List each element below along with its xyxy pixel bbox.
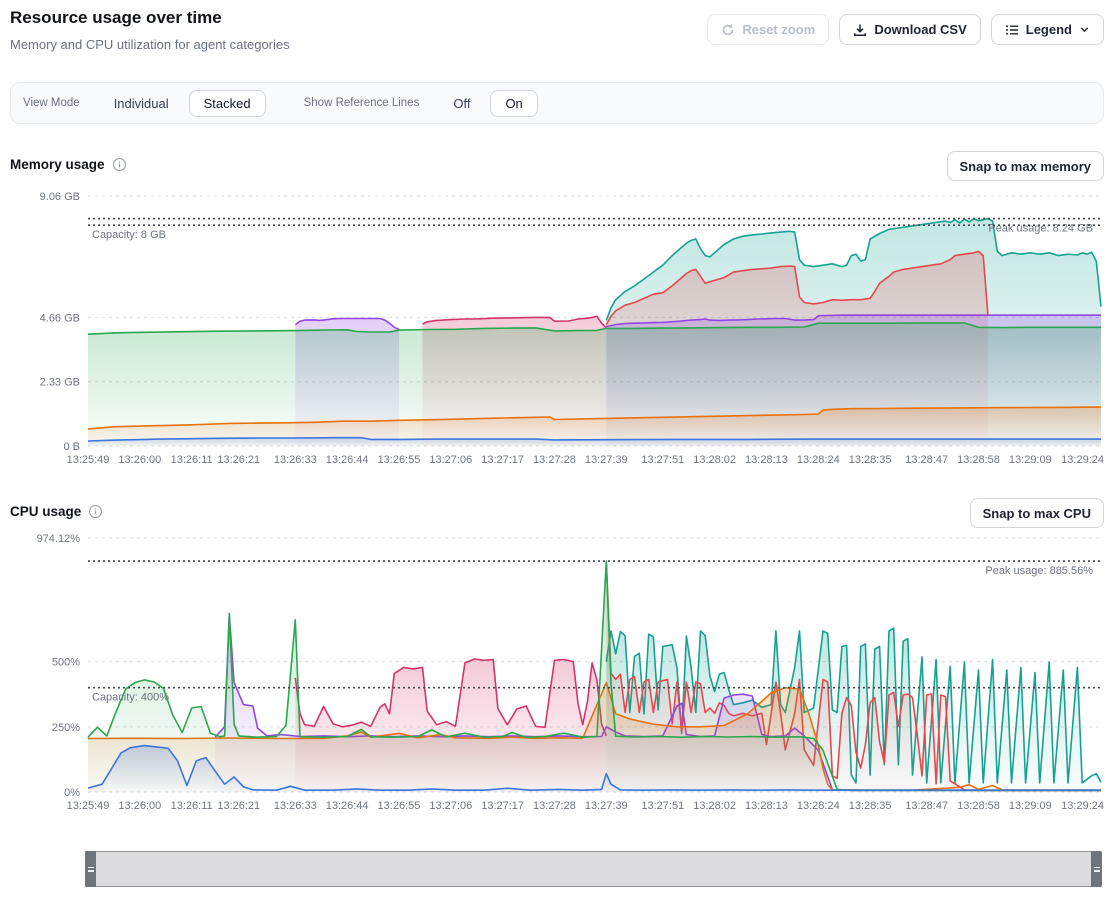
snap-to-max-memory-button[interactable]: Snap to max memory bbox=[947, 151, 1105, 181]
legend-button[interactable]: Legend bbox=[991, 14, 1104, 45]
svg-text:13:27:39: 13:27:39 bbox=[585, 454, 628, 466]
svg-text:13:27:06: 13:27:06 bbox=[429, 800, 472, 812]
svg-text:13:28:13: 13:28:13 bbox=[745, 800, 788, 812]
snap-to-max-cpu-button[interactable]: Snap to max CPU bbox=[970, 498, 1104, 528]
svg-text:500%: 500% bbox=[52, 657, 80, 669]
download-csv-label: Download CSV bbox=[874, 22, 966, 37]
svg-text:13:29:09: 13:29:09 bbox=[1009, 454, 1052, 466]
svg-text:250%: 250% bbox=[52, 722, 80, 734]
reference-lines-on-option[interactable]: On bbox=[490, 90, 537, 117]
svg-text:13:28:47: 13:28:47 bbox=[905, 800, 948, 812]
memory-section-header: Memory usage bbox=[10, 157, 127, 172]
svg-text:13:26:11: 13:26:11 bbox=[171, 800, 213, 812]
svg-text:13:27:28: 13:27:28 bbox=[533, 800, 576, 812]
view-mode-individual-option[interactable]: Individual bbox=[100, 90, 183, 117]
svg-text:13:28:35: 13:28:35 bbox=[849, 454, 892, 466]
svg-text:13:27:17: 13:27:17 bbox=[481, 454, 524, 466]
svg-text:Peak usage: 8.24 GB: Peak usage: 8.24 GB bbox=[988, 223, 1093, 235]
page-title: Resource usage over time bbox=[10, 8, 222, 28]
svg-text:13:27:39: 13:27:39 bbox=[585, 800, 628, 812]
page-subtitle: Memory and CPU utilization for agent cat… bbox=[10, 37, 290, 52]
toolbar: Reset zoom Download CSV Legend bbox=[707, 14, 1104, 45]
svg-text:13:26:00: 13:26:00 bbox=[118, 800, 161, 812]
chevron-down-icon bbox=[1079, 24, 1090, 35]
svg-text:13:27:17: 13:27:17 bbox=[481, 800, 524, 812]
svg-text:13:28:02: 13:28:02 bbox=[693, 454, 736, 466]
svg-text:13:25:49: 13:25:49 bbox=[67, 454, 110, 466]
download-icon bbox=[853, 23, 867, 37]
svg-text:13:26:11: 13:26:11 bbox=[171, 454, 213, 466]
cpu-usage-chart[interactable]: 974.12% 500% 250% 0% Peak usage: 885.56% Capa… bbox=[0, 530, 1116, 822]
brush-grip bbox=[1094, 867, 1100, 869]
memory-section-title: Memory usage bbox=[10, 157, 105, 172]
svg-text:13:26:33: 13:26:33 bbox=[274, 454, 317, 466]
memory-usage-chart[interactable]: 9.06 GB 4.66 GB 2.33 GB 0 B Peak usage: 8.24… bbox=[0, 185, 1116, 475]
refresh-icon bbox=[721, 23, 735, 37]
svg-text:13:28:35: 13:28:35 bbox=[849, 800, 892, 812]
brush-grip bbox=[88, 867, 94, 869]
svg-text:13:29:24: 13:29:24 bbox=[1061, 454, 1104, 466]
cpu-section-header: CPU usage bbox=[10, 504, 103, 519]
svg-text:0 B: 0 B bbox=[63, 441, 80, 453]
reset-zoom-button[interactable]: Reset zoom bbox=[707, 14, 829, 45]
brush-left-handle[interactable] bbox=[85, 851, 96, 887]
svg-text:Peak usage: 885.56%: Peak usage: 885.56% bbox=[985, 565, 1093, 577]
info-icon[interactable] bbox=[112, 157, 127, 172]
legend-list-icon bbox=[1005, 23, 1019, 37]
svg-text:13:28:24: 13:28:24 bbox=[797, 800, 840, 812]
svg-text:13:28:47: 13:28:47 bbox=[905, 454, 948, 466]
svg-text:13:29:24: 13:29:24 bbox=[1061, 800, 1104, 812]
cpu-section-title: CPU usage bbox=[10, 504, 81, 519]
svg-text:Capacity: 400%: Capacity: 400% bbox=[92, 692, 169, 704]
svg-text:13:26:55: 13:26:55 bbox=[378, 800, 421, 812]
svg-text:13:27:06: 13:27:06 bbox=[429, 454, 472, 466]
svg-text:13:28:13: 13:28:13 bbox=[745, 454, 788, 466]
svg-text:2.33 GB: 2.33 GB bbox=[40, 377, 80, 389]
view-controls-bar: View Mode Individual Stacked Show Refere… bbox=[10, 82, 1104, 124]
legend-label: Legend bbox=[1026, 22, 1072, 37]
svg-text:13:27:51: 13:27:51 bbox=[641, 454, 684, 466]
brush-right-handle[interactable] bbox=[1091, 851, 1102, 887]
svg-text:13:26:44: 13:26:44 bbox=[326, 800, 369, 812]
svg-text:13:27:28: 13:27:28 bbox=[533, 454, 576, 466]
info-icon[interactable] bbox=[88, 504, 103, 519]
show-reference-lines-label: Show Reference Lines bbox=[304, 97, 420, 109]
reset-zoom-label: Reset zoom bbox=[742, 22, 815, 37]
svg-text:13:26:21: 13:26:21 bbox=[217, 800, 260, 812]
svg-text:0%: 0% bbox=[64, 787, 80, 799]
svg-text:13:26:00: 13:26:00 bbox=[118, 454, 161, 466]
reference-lines-off-option[interactable]: Off bbox=[439, 90, 484, 117]
svg-text:13:26:44: 13:26:44 bbox=[326, 454, 369, 466]
svg-text:13:25:49: 13:25:49 bbox=[67, 800, 110, 812]
svg-text:13:27:51: 13:27:51 bbox=[641, 800, 684, 812]
svg-text:4.66 GB: 4.66 GB bbox=[40, 312, 80, 324]
view-mode-stacked-option[interactable]: Stacked bbox=[189, 90, 266, 117]
svg-text:13:29:09: 13:29:09 bbox=[1009, 800, 1052, 812]
svg-text:9.06 GB: 9.06 GB bbox=[40, 191, 80, 203]
svg-text:13:26:33: 13:26:33 bbox=[274, 800, 317, 812]
svg-text:Capacity: 8 GB: Capacity: 8 GB bbox=[92, 229, 166, 241]
svg-text:13:26:21: 13:26:21 bbox=[217, 454, 260, 466]
svg-text:13:28:24: 13:28:24 bbox=[797, 454, 840, 466]
view-mode-label: View Mode bbox=[23, 97, 80, 109]
svg-text:13:26:55: 13:26:55 bbox=[378, 454, 421, 466]
svg-text:13:28:58: 13:28:58 bbox=[957, 454, 1000, 466]
download-csv-button[interactable]: Download CSV bbox=[839, 14, 980, 45]
brush-grip bbox=[1094, 870, 1100, 872]
svg-text:974.12%: 974.12% bbox=[37, 533, 81, 545]
time-range-brush[interactable] bbox=[85, 851, 1102, 887]
brush-grip bbox=[88, 870, 94, 872]
svg-text:13:28:58: 13:28:58 bbox=[957, 800, 1000, 812]
svg-text:13:28:02: 13:28:02 bbox=[693, 800, 736, 812]
